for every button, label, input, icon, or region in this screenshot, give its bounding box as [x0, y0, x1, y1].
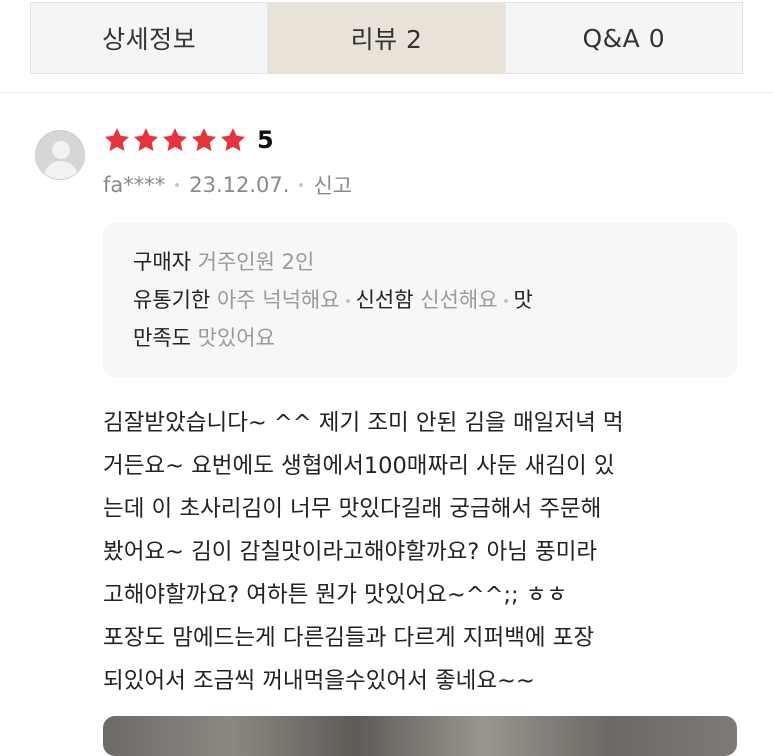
review-text-line: 봤어요~ 김이 감칠맛이라고해야할까요? 아님 풍미라	[103, 539, 598, 565]
star-icon	[133, 128, 159, 151]
option-line: 구매자 거주인원 2인	[133, 243, 707, 281]
review-meta: fa**** 23.12.07. 신고	[103, 170, 352, 200]
star-icon	[104, 128, 130, 151]
separator-dot	[503, 299, 508, 303]
option-value: 맛있어요	[197, 326, 275, 350]
option-line: 만족도 맛있어요	[133, 319, 707, 357]
review-text-line: 포장도 맘에드는게 다른김들과 다르게 지퍼백에 포장	[103, 625, 595, 651]
review-text-line: 는데 이 초사리김이 너무 맛있다길래 궁금해서 주문해	[103, 496, 602, 522]
rating-value: 5	[257, 126, 274, 154]
review-body: 김잘받았습니다~ ^^ 제기 조미 안된 김을 매일저녁 먹 거든요~ 요번에도…	[103, 402, 748, 703]
option-value: 거주인원 2인	[197, 250, 315, 274]
star-icon	[191, 128, 217, 151]
separator-dot	[175, 183, 180, 187]
option-value: 아주 넉넉해요	[216, 288, 340, 312]
tab-details[interactable]: 상세정보	[31, 3, 267, 73]
user-silhouette-icon	[43, 141, 79, 179]
star-icon	[162, 128, 188, 151]
review-date: 23.12.07.	[189, 173, 290, 197]
tab-reviews[interactable]: 리뷰 2	[267, 3, 505, 73]
tab-qna[interactable]: Q&A 0	[504, 3, 742, 73]
tab-bar: 상세정보 리뷰 2 Q&A 0	[30, 2, 743, 74]
option-key: 신선함	[355, 288, 414, 312]
option-key: 맛	[513, 288, 533, 312]
section-divider	[0, 92, 773, 93]
option-key: 구매자	[133, 250, 191, 274]
review-text-line: 김잘받았습니다~ ^^ 제기 조미 안된 김을 매일저녁 먹	[103, 410, 624, 436]
reviewer-id: fa****	[103, 173, 166, 197]
review-photo[interactable]	[103, 716, 737, 756]
star-icon	[220, 128, 246, 151]
option-value: 신선해요	[420, 288, 498, 312]
option-line: 유통기한 아주 넉넉해요 신선함 신선해요 맛	[133, 281, 707, 319]
review-rating: 5	[103, 126, 274, 154]
review-options-box: 구매자 거주인원 2인 유통기한 아주 넉넉해요 신선함 신선해요 맛 만족도 맛있…	[103, 223, 737, 377]
option-key: 만족도	[133, 326, 191, 350]
separator-dot	[345, 299, 350, 303]
review-text-line: 되있어서 조금씩 꺼내먹을수있어서 좋네요~~	[103, 668, 535, 694]
star-rating	[103, 126, 247, 154]
review-text-line: 고해야할까요? 여하튼 뭔가 맛있어요~^^;; ㅎㅎ	[103, 582, 568, 608]
report-link[interactable]: 신고	[313, 170, 352, 200]
review-text-line: 거든요~ 요번에도 생협에서100매짜리 사둔 새김이 있	[103, 453, 615, 479]
avatar	[35, 130, 85, 180]
option-key: 유통기한	[133, 288, 211, 312]
separator-dot	[299, 183, 304, 187]
